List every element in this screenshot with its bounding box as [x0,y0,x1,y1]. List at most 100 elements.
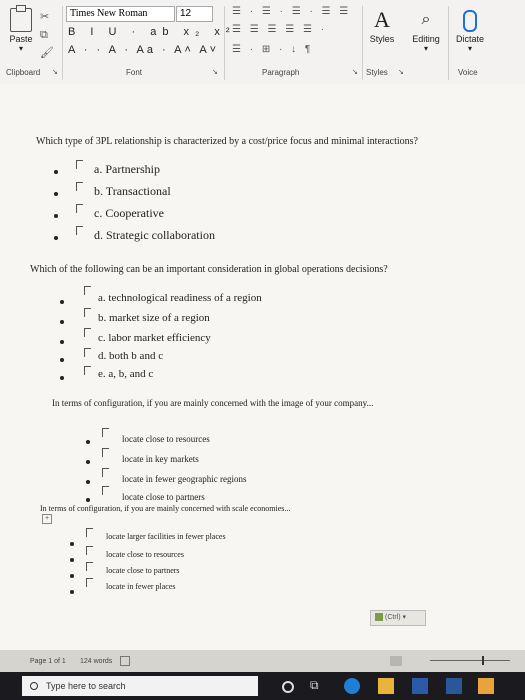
font-size-select[interactable]: 12 [176,6,213,22]
zoom-slider-thumb[interactable] [482,656,484,665]
question-1-option: d. Strategic collaboration [94,228,215,242]
page-count[interactable]: Page 1 of 1 [30,658,66,665]
question-4-option: locate close to partners [106,566,180,575]
cut-icon[interactable]: ✂ [40,8,60,26]
bullet [70,558,74,562]
question-1-option: b. Transactional [94,184,171,198]
question-3-text: In terms of configuration, if you are ma… [52,398,374,408]
checkbox[interactable] [102,468,109,477]
ribbon: Paste ▾ ✂ ⧉ 🖌 Times New Roman 12 B I U ·… [0,0,525,85]
dictate-button[interactable]: Dictate ▾ [452,6,488,53]
chevron-down-icon: ▾ [467,44,472,53]
styles-button[interactable]: A Styles [364,6,400,44]
question-1-option: c. Cooperative [94,206,164,220]
word-count[interactable]: 124 words [80,658,112,665]
edge-icon[interactable] [344,678,360,694]
styles-label: Styles [369,34,395,44]
question-4-option: locate larger facilities in fewer places [106,532,226,541]
checkbox[interactable] [76,226,83,235]
status-bar: Page 1 of 1 124 words [0,650,525,672]
bullet [86,498,90,502]
checkbox[interactable] [86,578,93,587]
clipboard-icon [10,5,32,32]
format-painter-icon[interactable]: 🖌 [40,44,60,62]
bullet [54,214,58,218]
font-format-row-2[interactable]: A · · A · Aa · A˄ A˅ [68,44,219,56]
checkbox[interactable] [76,160,83,169]
checkbox[interactable] [86,528,93,537]
cortana-icon[interactable] [282,681,294,693]
question-4-option: locate close to resources [106,550,184,559]
paragraph-row-3[interactable]: ☰ · ⊞ · ↓ ¶ [232,44,313,55]
checkbox[interactable] [84,308,91,317]
clipboard-small-icons: ✂ ⧉ 🖌 [40,8,60,62]
question-2-option: e. a, b, and c [98,368,154,380]
checkbox[interactable] [76,204,83,213]
bullet [70,542,74,546]
question-1-option: a. Partnership [94,162,160,176]
chevron-down-icon: ▾ [18,44,23,53]
bullet [54,236,58,240]
question-3-option: locate close to resources [122,434,210,444]
paragraph-row-1[interactable]: ☰ · ☰ · ☰ · ☰ ☰ [232,6,351,17]
question-2-option: a. technological readiness of a region [98,292,262,304]
paste-options-button[interactable]: (Ctrl) ▾ [370,610,426,626]
question-4-option: locate in fewer places [106,582,176,591]
group-label-voice: Voice [458,68,478,77]
search-icon: ⌕ [421,11,431,28]
dialog-launcher-icon[interactable]: ↘ [398,68,404,76]
zoom-slider[interactable] [430,660,510,661]
checkbox[interactable] [76,182,83,191]
editing-button[interactable]: ⌕ Editing ▾ [408,6,444,53]
group-label-paragraph: Paragraph [262,68,300,77]
bullet [70,590,74,594]
view-icon[interactable] [390,656,402,666]
bullet [60,358,64,362]
question-2-option: d. both b and c [98,350,164,362]
paragraph-row-2[interactable]: ☰ ☰ ☰ ☰ ☰ · [232,24,327,35]
bullet [60,300,64,304]
dialog-launcher-icon[interactable]: ↘ [212,68,218,76]
group-label-font: Font [126,68,143,77]
dialog-launcher-icon[interactable]: ↘ [352,68,358,76]
dialog-launcher-icon[interactable]: ↘ [52,68,58,76]
search-icon [30,682,38,690]
styles-icon: A [374,7,390,32]
checkbox[interactable] [102,486,109,495]
question-3-option: locate in key markets [122,454,199,464]
question-2-text: Which of the following can be an importa… [30,264,388,275]
bullet [60,340,64,344]
checkbox[interactable] [86,546,93,555]
font-name-select[interactable]: Times New Roman [66,6,175,22]
bullet [54,170,58,174]
editing-label: Editing [412,34,440,44]
font-format-row-1[interactable]: B I U · ab x₂ x² [68,26,236,38]
paste-label: Paste [9,34,33,44]
checkbox[interactable] [84,328,91,337]
proofing-icon[interactable] [120,656,130,666]
document-page[interactable]: Which type of 3PL relationship is charac… [0,84,525,650]
task-view-icon[interactable]: ⧉ [310,678,326,694]
store-icon[interactable] [412,678,428,694]
bullet [54,192,58,196]
bullet [86,460,90,464]
taskbar-search-box[interactable]: Type here to search [22,676,258,696]
word-icon[interactable] [446,678,462,694]
app-icon[interactable] [478,678,494,694]
paste-button[interactable]: Paste ▾ [4,5,38,64]
bullet [60,376,64,380]
checkbox[interactable] [102,428,109,437]
dictate-label: Dictate [455,34,484,44]
question-3-option: locate close to partners [122,492,205,502]
microphone-icon [463,10,477,32]
move-handle-icon[interactable]: + [42,514,52,524]
checkbox[interactable] [84,286,91,295]
ribbon-group-labels: Clipboard ↘ Font ↘ Paragraph ↘ Styles ↘ … [0,66,525,82]
checkbox[interactable] [84,366,91,375]
checkbox[interactable] [102,448,109,457]
group-label-clipboard: Clipboard [6,68,41,77]
file-explorer-icon[interactable] [378,678,394,694]
checkbox[interactable] [86,562,93,571]
checkbox[interactable] [84,348,91,357]
copy-icon[interactable]: ⧉ [40,26,60,44]
